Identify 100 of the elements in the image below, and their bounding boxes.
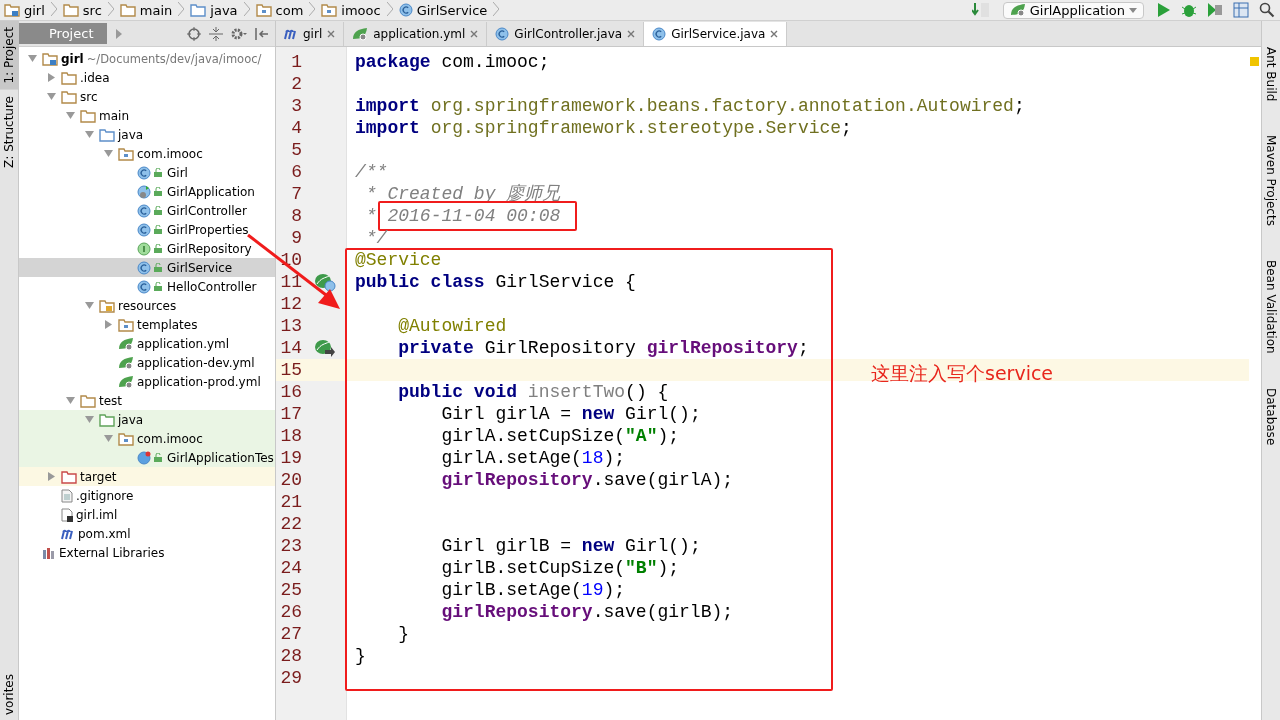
chevron-icon <box>107 1 114 19</box>
tree-item[interactable]: GirlApplication <box>19 182 275 201</box>
hide-icon[interactable] <box>255 26 269 41</box>
expand-arrow-icon[interactable] <box>65 396 75 405</box>
lock-icon <box>154 225 162 234</box>
line-number: 22 <box>279 514 302 534</box>
tree-item[interactable]: java <box>19 410 275 429</box>
folder-icon <box>99 412 115 427</box>
code-token: ); <box>657 558 680 578</box>
tree-item[interactable]: GirlProperties <box>19 220 275 239</box>
folder-icon <box>118 317 134 332</box>
line-number: 6 <box>290 162 302 182</box>
tree-item[interactable]: External Libraries <box>19 543 275 562</box>
code-token: public class <box>355 272 485 292</box>
tree-item[interactable]: Girl <box>19 163 275 182</box>
tree-item[interactable]: application.yml <box>19 334 275 353</box>
close-icon[interactable] <box>627 30 636 38</box>
tool-window-tab[interactable]: Maven Projects <box>1262 135 1280 227</box>
coverage-icon[interactable] <box>1207 2 1223 18</box>
expand-arrow-icon[interactable] <box>84 130 94 139</box>
expand-arrow-icon[interactable] <box>103 149 113 158</box>
expand-arrow-icon[interactable] <box>103 434 113 443</box>
code-token: @Service <box>355 250 442 270</box>
folder-icon <box>80 108 96 123</box>
tool-window-tab[interactable]: vorites <box>0 667 18 720</box>
tree-item[interactable]: main <box>19 106 275 125</box>
breadcrumb[interactable]: com <box>253 2 310 18</box>
tree-item[interactable]: girl.iml <box>19 505 275 524</box>
tree-item[interactable]: application-prod.yml <box>19 372 275 391</box>
tree-item[interactable]: GirlRepository <box>19 239 275 258</box>
tree-item[interactable]: com.imooc <box>19 144 275 163</box>
collapse-arrow-icon[interactable] <box>46 73 56 82</box>
build-icon[interactable] <box>971 2 990 18</box>
class-icon <box>398 3 413 17</box>
close-icon[interactable] <box>470 30 479 38</box>
tree-item[interactable]: .idea <box>19 68 275 87</box>
code-token: 18 <box>581 448 604 468</box>
tool-window-tab[interactable]: 1: Project <box>0 21 18 90</box>
breadcrumb[interactable]: src <box>60 2 108 18</box>
code-token: Girl(); <box>625 536 701 556</box>
tree-item[interactable]: girl ~/Documents/dev/java/imooc/ <box>19 49 275 68</box>
folder-icon <box>80 393 96 408</box>
chevron-icon <box>243 1 250 19</box>
tree-item[interactable]: pom.xml <box>19 524 275 543</box>
search-icon[interactable] <box>1259 2 1275 18</box>
tool-window-tab[interactable]: Z: Structure <box>0 89 18 174</box>
collapse-arrow-icon[interactable] <box>46 472 56 481</box>
run-icon[interactable] <box>1157 2 1171 18</box>
breadcrumb[interactable]: girl <box>2 2 51 18</box>
code-token: org.springframework.beans.factory.annotation.Autowired <box>430 96 1014 116</box>
target-icon[interactable] <box>187 26 201 41</box>
breadcrumb[interactable]: java <box>188 2 244 18</box>
tree-item[interactable]: GirlController <box>19 201 275 220</box>
expand-arrow-icon[interactable] <box>84 415 94 424</box>
tree-item[interactable]: HelloController <box>19 277 275 296</box>
structure-icon[interactable] <box>1233 2 1249 18</box>
bug-icon[interactable] <box>1181 2 1197 18</box>
expand-arrow-icon[interactable] <box>115 28 124 39</box>
tree-item[interactable]: test <box>19 391 275 410</box>
tree-item[interactable]: target <box>19 467 275 486</box>
collapse-icon[interactable] <box>209 26 223 41</box>
run-config-dropdown[interactable]: GirlApplication <box>1002 1 1144 19</box>
tool-window-tab[interactable]: Bean Validation <box>1262 260 1280 355</box>
bean-icon[interactable] <box>314 272 336 292</box>
breadcrumb[interactable]: imooc <box>319 2 387 18</box>
tree-item[interactable]: src <box>19 87 275 106</box>
tree-item[interactable]: application-dev.yml <box>19 353 275 372</box>
tree-item[interactable]: GirlService <box>19 258 275 277</box>
line-number: 1 <box>290 52 302 72</box>
code-token: private <box>398 338 474 358</box>
settings-icon[interactable] <box>231 26 247 41</box>
code-token: ); <box>603 580 626 600</box>
class-icon <box>137 184 151 199</box>
line-number: 18 <box>279 426 302 446</box>
code-token: girlRepository <box>646 338 798 358</box>
folder-icon <box>61 89 77 104</box>
expand-arrow-icon[interactable] <box>84 301 94 310</box>
line-number: 7 <box>290 184 302 204</box>
leaf-icon <box>118 336 134 351</box>
breadcrumb[interactable]: GirlService <box>396 2 494 18</box>
editor-tab[interactable]: GirlService.java <box>644 22 788 46</box>
tree-item[interactable]: resources <box>19 296 275 315</box>
expand-arrow-icon[interactable] <box>65 111 75 120</box>
collapse-arrow-icon[interactable] <box>103 320 113 329</box>
code-token: public void <box>398 382 518 402</box>
breadcrumb[interactable]: main <box>117 2 179 18</box>
bean-icon[interactable] <box>314 338 336 358</box>
expand-arrow-icon[interactable] <box>46 92 56 101</box>
tool-window-tab[interactable]: Ant Build <box>1262 47 1280 102</box>
close-icon[interactable] <box>770 30 779 38</box>
tree-item[interactable]: templates <box>19 315 275 334</box>
tree-item[interactable]: com.imooc <box>19 429 275 448</box>
close-icon[interactable] <box>327 30 336 38</box>
line-number: 5 <box>290 140 302 160</box>
expand-arrow-icon[interactable] <box>27 54 37 63</box>
code-token: girlA.setAge( <box>441 448 582 468</box>
tree-item[interactable]: .gitignore <box>19 486 275 505</box>
tool-window-tab[interactable]: Database <box>1262 388 1280 446</box>
tree-item[interactable]: GirlApplicationTes <box>19 448 275 467</box>
tree-item[interactable]: java <box>19 125 275 144</box>
